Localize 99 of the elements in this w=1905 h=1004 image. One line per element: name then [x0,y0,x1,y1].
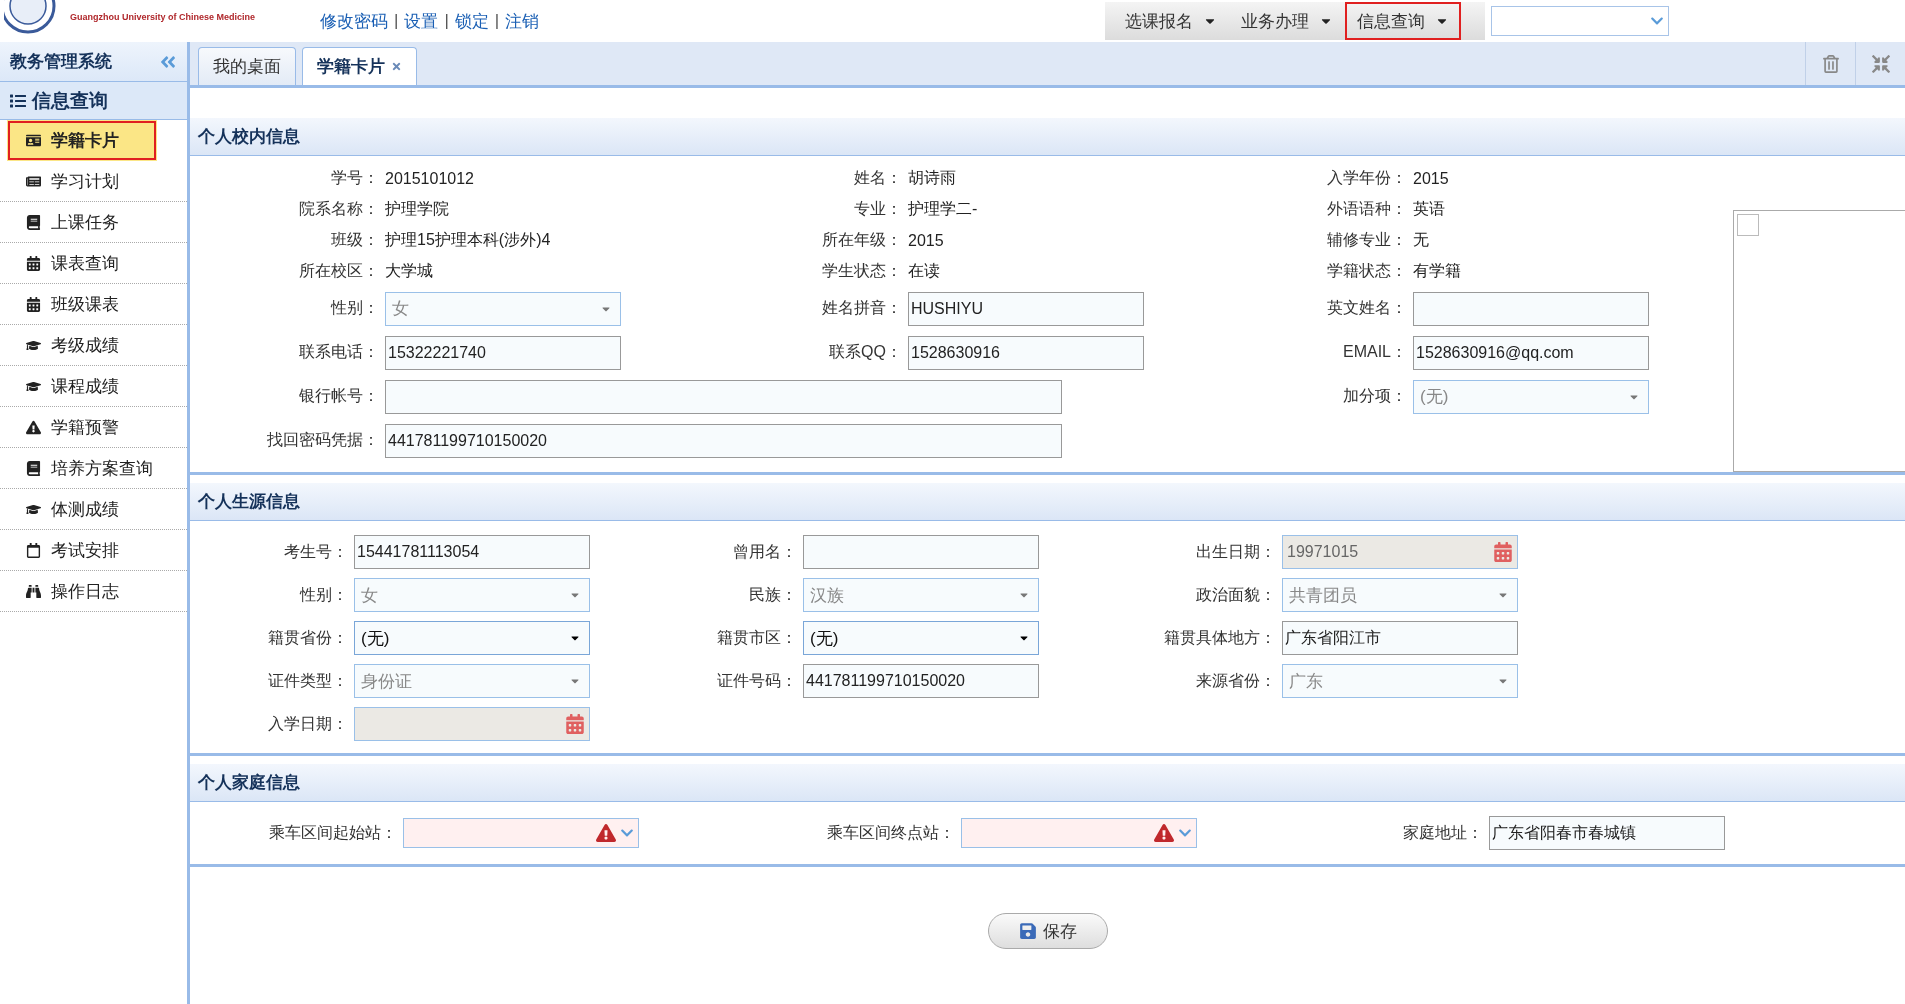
field-label: 专业： [853,199,903,220]
field-label: 所在校区： [298,261,380,282]
field-label: 入学年份： [1326,168,1408,189]
field-value: 在读 [908,262,940,280]
book-icon [26,460,41,476]
field-label: 出生日期： [1195,541,1277,562]
field-label: 性别： [329,298,380,319]
field-label: 英文姓名： [1326,298,1408,319]
field-label: 乘车区间终点站： [826,822,956,843]
menu-item[interactable]: 业务办理 [1229,2,1345,40]
dropdown[interactable]: (无) [803,621,1039,655]
field-label: 银行帐号： [298,386,380,407]
link-separator: | [394,11,399,31]
field-label: 性别： [298,584,349,605]
field-label: 家庭地址： [1402,822,1484,843]
calendar-icon [26,542,41,558]
field-value: 胡诗雨 [908,169,956,187]
input-field[interactable]: 1528630916@qq.com [1413,335,1649,370]
input-field[interactable]: 1528630916 [908,335,1144,370]
field-value: 大学城 [385,262,433,280]
field-label: 证件号码： [716,670,798,691]
dropdown[interactable]: (无) [354,621,590,655]
header-link[interactable]: 设置 [404,9,439,33]
input-field[interactable]: 441781199710150020 [803,664,1039,698]
field-value: 无 [1413,231,1429,249]
book-icon [26,214,41,230]
close-icon[interactable] [391,61,402,72]
field-label: 曾用名： [732,541,798,562]
input-field[interactable]: 广东省阳春市春城镇 [1489,816,1725,850]
sidebar-group-title: 信息查询 [32,88,108,113]
input-field[interactable] [803,535,1039,569]
field-label: 联系QQ： [828,342,903,363]
field-label: 政治面貌： [1195,584,1277,605]
checkbox[interactable] [1737,214,1759,236]
header-link[interactable]: 锁定 [454,9,489,33]
field-label: 姓名： [853,168,903,189]
input-field[interactable] [385,379,1062,414]
field-value: 2015 [1413,169,1449,187]
tab[interactable]: 我的桌面 [198,47,296,85]
field-label: 学生状态： [821,261,903,282]
calendar-icon [26,255,41,271]
link-separator: | [444,11,449,31]
field-value: 有学籍 [1413,262,1461,280]
menu-item[interactable]: 选课报名 [1113,2,1229,40]
field-value: 2015 [908,231,944,249]
field-label: 学号： [330,168,380,189]
input-field[interactable] [1413,291,1649,326]
field-label: EMAIL： [1342,342,1408,363]
warning-icon [1154,823,1174,843]
list-icon [10,92,26,109]
binoculars-icon [26,583,41,599]
field-value: 护理15护理本科(涉外)4 [385,231,551,249]
dropdown[interactable] [1491,6,1669,36]
field-label: 证件类型： [267,670,349,691]
field-value: 护理学院 [385,200,449,218]
header-link[interactable]: 修改密码 [320,9,388,33]
field-label: 班级： [330,230,380,251]
field-value: 护理学二- [908,200,978,218]
header-link[interactable]: 注销 [505,9,540,33]
calendar-icon [26,296,41,312]
field-label: 联系电话： [298,342,380,363]
tab[interactable]: 学籍卡片 [302,47,417,85]
menu-item[interactable]: 信息查询 [1345,2,1461,40]
save-button[interactable]: 保存 [987,913,1108,949]
field-label: 来源省份： [1195,670,1277,691]
field-label: 乘车区间起始站： [268,822,398,843]
field-label: 院系名称： [298,199,380,220]
warning-icon [26,419,41,435]
field-label: 所在年级： [821,230,903,251]
field-label: 加分项： [1342,386,1408,407]
input-field[interactable]: HUSHIYU [908,291,1144,326]
sidebar-title: 教务管理系统 [10,51,112,73]
field-value: 2015101012 [385,169,474,187]
field-label: 民族： [748,584,798,605]
input-field[interactable]: 15441781113054 [354,535,590,569]
sidebar-item[interactable]: 学籍卡片 [7,120,157,161]
warning-icon [596,823,616,843]
section-header: 个人家庭信息 [190,764,1905,802]
field-label: 籍贯市区： [716,627,798,648]
section-header: 个人校内信息 [190,118,1905,156]
field-label: 籍贯具体地方： [1163,627,1277,648]
field-label: 入学日期： [267,713,349,734]
field-label: 学籍状态： [1326,261,1408,282]
field-value: 英语 [1413,200,1445,218]
combo-field[interactable] [961,818,1197,848]
input-field[interactable]: 441781199710150020 [385,423,1062,458]
link-separator: | [494,11,500,31]
input-field[interactable]: 15322221740 [385,335,621,370]
field-label: 籍贯省份： [267,627,349,648]
combo-field[interactable] [403,818,639,848]
section-header: 个人生源信息 [190,483,1905,521]
field-label: 外语语种： [1326,199,1408,220]
id-card-icon [26,133,41,148]
logo-subtitle: Guangzhou University of Chinese Medicine [70,12,256,22]
field-label: 考生号： [283,541,349,562]
field-label: 辅修专业： [1326,230,1408,251]
field-label: 找回密码凭据： [266,430,380,451]
field-label: 姓名拼音： [821,298,903,319]
input-field[interactable]: 广东省阳江市 [1282,621,1518,655]
